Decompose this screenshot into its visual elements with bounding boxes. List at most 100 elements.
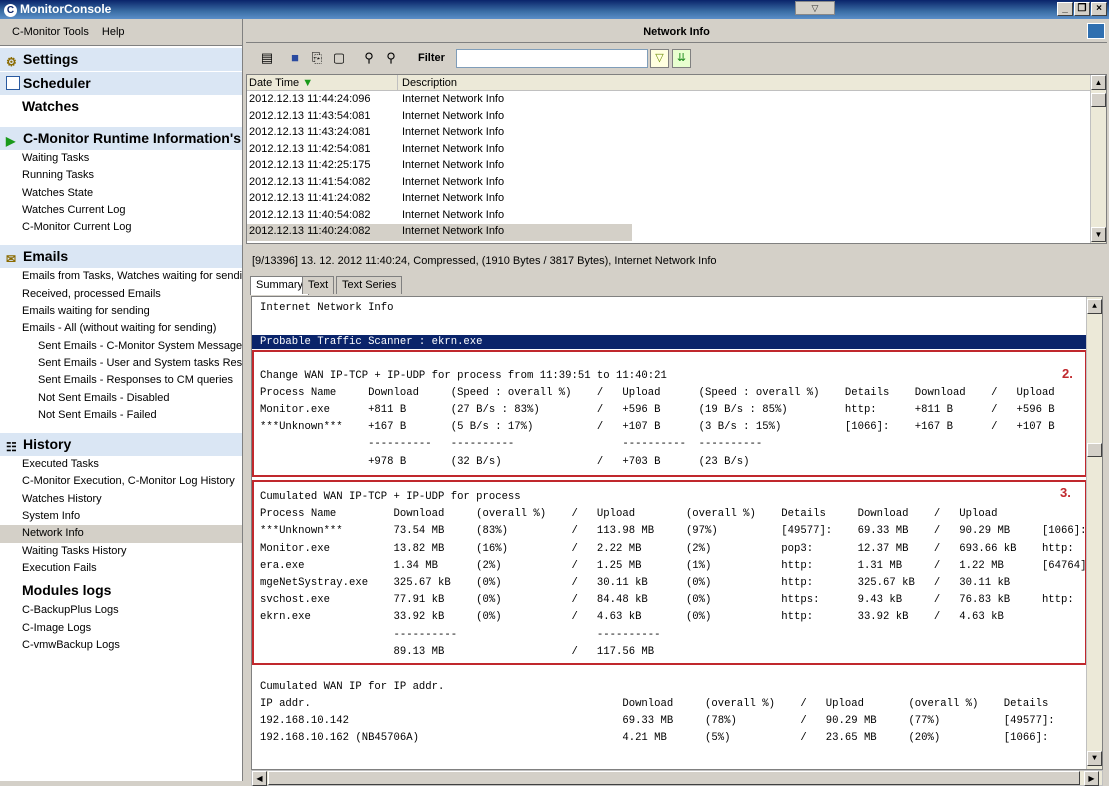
text-line-highlight: Probable Traffic Scanner : ekrn.exe [252, 335, 1087, 349]
sidebar-modules-logs[interactable]: Modules logs [0, 579, 242, 602]
sidebar-item-waiting-tasks-history[interactable]: Waiting Tasks History [0, 543, 242, 560]
sidebar-item-executed-tasks[interactable]: Executed Tasks [0, 456, 242, 473]
filter-clear-icon[interactable]: ⇊ [672, 49, 691, 68]
text-line: +978 B (32 B/s) / +703 B (23 B/s) [260, 456, 750, 468]
title-bar: C MonitorConsole ▽ _ ❐ × [0, 0, 1109, 19]
sidebar-emails[interactable]: ✉ Emails [0, 245, 242, 269]
text-line: ekrn.exe 33.92 kB (0%) / 4.63 kB (0%) ht… [260, 611, 1004, 623]
list-item[interactable]: 2012.12.13 11:42:54:081 Internet Network … [247, 142, 632, 159]
list-item[interactable]: 2012.12.13 11:43:24:081 Internet Network … [247, 125, 632, 142]
menu-bar: C-Monitor Tools Help [0, 19, 242, 46]
column-date-time[interactable]: Date Time ▼ [249, 77, 313, 89]
filter-label: Filter [418, 52, 445, 64]
sidebar-item-not-sent-failed[interactable]: Not Sent Emails - Failed [0, 407, 242, 424]
text-line: Process Name Download (overall %) / Uplo… [260, 508, 1049, 520]
gear-icon: ⚙ [6, 55, 17, 69]
find-next-icon[interactable]: ⚲ [382, 49, 400, 67]
sidebar-item-sent-system[interactable]: Sent Emails - C-Monitor System Messages [0, 338, 242, 355]
save-icon[interactable]: ■ [286, 49, 304, 67]
list-item[interactable]: 2012.12.13 11:42:25:175 Internet Network … [247, 158, 632, 175]
sidebar-item-received-emails[interactable]: Received, processed Emails [0, 286, 242, 303]
menu-help[interactable]: Help [102, 26, 125, 38]
sidebar-history[interactable]: ☷ History [0, 433, 242, 457]
scroll-down-icon[interactable]: ▼ [1087, 751, 1102, 766]
list-item[interactable]: 2012.12.13 11:43:54:081 Internet Network … [247, 109, 632, 126]
tab-text[interactable]: Text [302, 276, 335, 294]
list-item[interactable]: 2012.12.13 11:41:24:082 Internet Network … [247, 191, 632, 208]
sidebar-scheduler[interactable]: Scheduler [0, 72, 242, 95]
text-line: Internet Network Info [260, 302, 394, 314]
list-item-description: Internet Network Info [402, 175, 505, 188]
close-button[interactable]: × [1091, 2, 1107, 16]
list-item-date: 2012.12.13 11:40:54:082 [249, 208, 371, 221]
sidebar-settings[interactable]: ⚙ Settings [0, 48, 242, 71]
list-item-description: Internet Network Info [402, 109, 505, 122]
tab-summary[interactable]: Summary [250, 276, 310, 295]
sidebar-item-running-tasks[interactable]: Running Tasks [0, 167, 242, 184]
sidebar-item-sent-responses[interactable]: Sent Emails - Responses to CM queries [0, 372, 242, 389]
sidebar-item-execution-fails[interactable]: Execution Fails [0, 560, 242, 577]
filter-apply-icon[interactable]: ▽ [650, 49, 669, 68]
list-item-date: 2012.12.13 11:44:24:096 [249, 93, 371, 105]
list-item[interactable]: 2012.12.13 11:41:54:082 Internet Network … [247, 175, 632, 192]
sidebar-item-sent-results[interactable]: Sent Emails - User and System tasks Resu… [0, 355, 242, 372]
list-item-date: 2012.12.13 11:41:54:082 [249, 175, 371, 188]
panel-header: Network Info [246, 21, 1107, 43]
list-item[interactable]: 2012.12.13 11:40:24:082 Internet Network … [247, 224, 632, 241]
scroll-up-icon[interactable]: ▲ [1091, 75, 1106, 90]
list-item-date: 2012.12.13 11:39:54:082 [249, 242, 371, 244]
scroll-left-icon[interactable]: ◀ [252, 771, 267, 786]
app-logo-icon: C [4, 4, 17, 17]
sidebar-item-waiting-tasks[interactable]: Waiting Tasks [0, 150, 242, 167]
list-item-date: 2012.12.13 11:43:54:081 [249, 109, 371, 122]
sidebar-item-cbackupplus-logs[interactable]: C-BackupPlus Logs [0, 602, 242, 619]
find-icon[interactable]: ⚲ [360, 49, 378, 67]
sidebar-item-execution-history[interactable]: C-Monitor Execution, C-Monitor Log Histo… [0, 473, 242, 490]
menu-cmonitor-tools[interactable]: C-Monitor Tools [12, 26, 89, 38]
list-item-description: Internet Network Info [402, 142, 505, 155]
sidebar-runtime-info[interactable]: ▶ C-Monitor Runtime Information's [0, 127, 242, 150]
sidebar-item-watches-state[interactable]: Watches State [0, 185, 242, 202]
annotation-label-2: 2. [1062, 366, 1073, 381]
scroll-thumb[interactable] [1087, 443, 1102, 457]
sidebar-item-emails-waiting[interactable]: Emails from Tasks, Watches waiting for s… [0, 268, 242, 285]
text-line: Monitor.exe 13.82 MB (16%) / 2.22 MB (2%… [260, 543, 1103, 555]
sidebar-watches[interactable]: Watches [0, 95, 242, 118]
chevron-down-icon[interactable]: ▽ [795, 1, 835, 15]
scroll-right-icon[interactable]: ▶ [1084, 771, 1099, 786]
preview-icon[interactable]: ▢ [330, 49, 348, 67]
list-item[interactable]: 2012.12.13 11:44:24:096 Internet Network … [247, 92, 632, 109]
play-icon: ▶ [6, 134, 16, 148]
tab-text-series[interactable]: Text Series [336, 276, 403, 294]
scroll-down-icon[interactable]: ▼ [1091, 227, 1106, 242]
brand-logo-icon [1087, 23, 1105, 39]
text-hscrollbar[interactable]: ◀ ▶ [251, 770, 1103, 786]
minimize-button[interactable]: _ [1057, 2, 1073, 16]
column-description[interactable]: Description [402, 77, 457, 89]
filter-input[interactable] [456, 49, 648, 68]
copy-icon[interactable]: ⎘ [308, 49, 326, 67]
list-item[interactable]: 2012.12.13 11:40:54:082 Internet Network … [247, 208, 632, 225]
refresh-icon[interactable]: ▤ [258, 49, 276, 67]
list-item-description: Internet Network Info [402, 159, 505, 171]
scroll-up-icon[interactable]: ▲ [1087, 299, 1102, 314]
scroll-thumb[interactable] [1091, 93, 1106, 107]
sidebar-item-not-sent-disabled[interactable]: Not Sent Emails - Disabled [0, 390, 242, 407]
sidebar-item-watches-history[interactable]: Watches History [0, 491, 242, 508]
list-scrollbar[interactable]: ▲ ▼ [1090, 75, 1106, 243]
sidebar-item-cvmwbackup-logs[interactable]: C-vmwBackup Logs [0, 637, 242, 654]
text-line: mgeNetSystray.exe 325.67 kB (0%) / 30.11… [260, 577, 1011, 589]
sidebar-item-network-info[interactable]: Network Info [0, 525, 242, 543]
sidebar-item-emails-all[interactable]: Emails - All (without waiting for sendin… [0, 320, 242, 337]
hscroll-thumb[interactable] [268, 771, 1080, 785]
text-scrollbar[interactable]: ▲ ▼ [1086, 297, 1102, 769]
sidebar-item-emails-waiting-sending[interactable]: Emails waiting for sending [0, 303, 242, 320]
sidebar-item-cmonitor-current-log[interactable]: C-Monitor Current Log [0, 219, 242, 236]
list-item[interactable]: 2012.12.13 11:39:54:082 Internet Network … [247, 241, 632, 244]
sidebar-item-watches-current-log[interactable]: Watches Current Log [0, 202, 242, 219]
restore-button[interactable]: ❐ [1074, 2, 1090, 16]
sidebar-item-system-info[interactable]: System Info [0, 508, 242, 525]
annotation-label-3: 3. [1060, 485, 1071, 500]
sidebar-item-cimage-logs[interactable]: C-Image Logs [0, 620, 242, 637]
text-line: era.exe 1.34 MB (2%) / 1.25 MB (1%) http… [260, 560, 1103, 572]
